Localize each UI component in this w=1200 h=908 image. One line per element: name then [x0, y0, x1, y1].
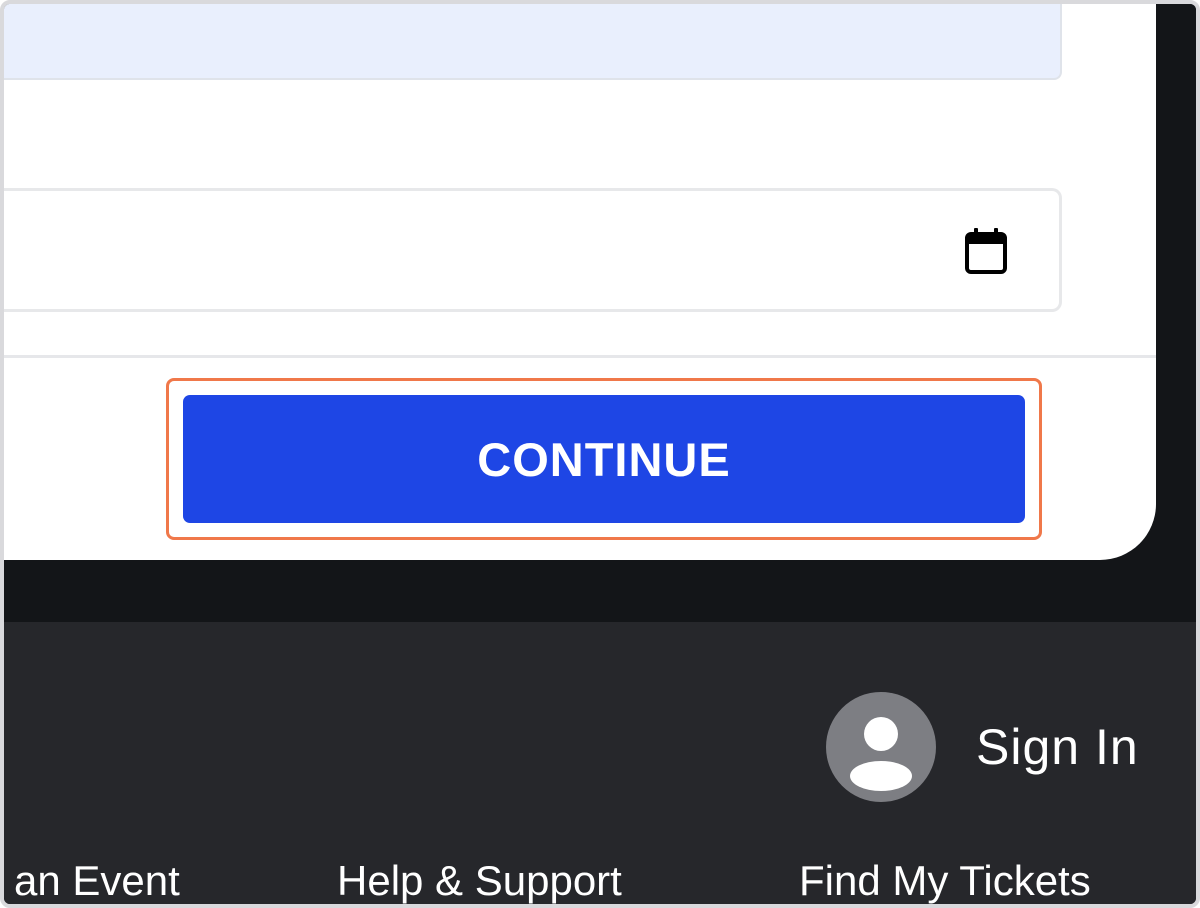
info-banner — [4, 4, 1062, 80]
window-frame: CONTINUE Sign In an Event Help & Support… — [0, 0, 1200, 908]
footer-link-help-support[interactable]: Help & Support — [337, 854, 622, 904]
sign-in-button[interactable]: Sign In — [826, 692, 1139, 802]
site-footer: Sign In an Event Help & Support Find My … — [4, 622, 1196, 904]
date-field[interactable] — [4, 188, 1062, 312]
continue-button[interactable]: CONTINUE — [183, 395, 1025, 523]
footer-link-event[interactable]: an Event — [14, 854, 180, 904]
calendar-icon — [965, 228, 1007, 274]
footer-links: an Event Help & Support Find My Tickets — [4, 854, 1196, 904]
calendar-button[interactable] — [962, 224, 1010, 278]
continue-button-highlight: CONTINUE — [166, 378, 1042, 540]
sign-in-label: Sign In — [976, 719, 1139, 775]
footer-link-find-my-tickets[interactable]: Find My Tickets — [799, 854, 1091, 904]
avatar — [826, 692, 936, 802]
modal-divider — [4, 355, 1156, 358]
booking-modal: CONTINUE — [4, 4, 1156, 560]
user-icon — [850, 717, 912, 791]
page-backdrop: CONTINUE — [4, 4, 1196, 622]
date-input[interactable] — [4, 191, 944, 309]
